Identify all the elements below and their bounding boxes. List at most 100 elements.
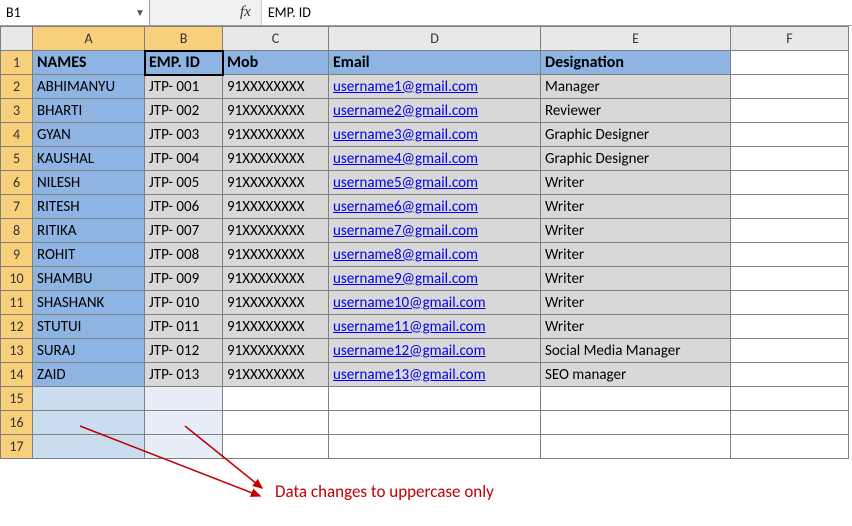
- cell-F8[interactable]: [731, 219, 849, 243]
- cell-F5[interactable]: [731, 147, 849, 171]
- email-link[interactable]: username2@gmail.com: [333, 102, 478, 120]
- row-header-10[interactable]: 10: [1, 267, 33, 291]
- cell-B9[interactable]: JTP- 008: [145, 243, 223, 267]
- cell-C8[interactable]: 91XXXXXXXX: [223, 219, 329, 243]
- row-header-2[interactable]: 2: [1, 75, 33, 99]
- cell-B1[interactable]: EMP. ID: [145, 51, 223, 75]
- cell-B7[interactable]: JTP- 006: [145, 195, 223, 219]
- cell-D3[interactable]: username2@gmail.com: [329, 99, 541, 123]
- row-header-15[interactable]: 15: [1, 387, 33, 411]
- row-header-7[interactable]: 7: [1, 195, 33, 219]
- cell-B6[interactable]: JTP- 005: [145, 171, 223, 195]
- cell-A8[interactable]: RITIKA: [33, 219, 145, 243]
- cell-D12[interactable]: username11@gmail.com: [329, 315, 541, 339]
- cell-C10[interactable]: 91XXXXXXXX: [223, 267, 329, 291]
- cell-E17[interactable]: [541, 435, 731, 459]
- cell-D13[interactable]: username12@gmail.com: [329, 339, 541, 363]
- cell-B8[interactable]: JTP- 007: [145, 219, 223, 243]
- cell-C3[interactable]: 91XXXXXXXX: [223, 99, 329, 123]
- cell-E3[interactable]: Reviewer: [541, 99, 731, 123]
- email-link[interactable]: username9@gmail.com: [333, 270, 478, 288]
- cell-B17[interactable]: [145, 435, 223, 459]
- row-header-17[interactable]: 17: [1, 435, 33, 459]
- cell-E2[interactable]: Manager: [541, 75, 731, 99]
- cell-F9[interactable]: [731, 243, 849, 267]
- cell-D10[interactable]: username9@gmail.com: [329, 267, 541, 291]
- cell-A1[interactable]: NAMES: [33, 51, 145, 75]
- row-header-14[interactable]: 14: [1, 363, 33, 387]
- cell-C6[interactable]: 91XXXXXXXX: [223, 171, 329, 195]
- col-header-A[interactable]: A: [33, 27, 145, 51]
- cell-E15[interactable]: [541, 387, 731, 411]
- row-header-11[interactable]: 11: [1, 291, 33, 315]
- col-header-C[interactable]: C: [223, 27, 329, 51]
- col-header-D[interactable]: D: [329, 27, 541, 51]
- cell-A14[interactable]: ZAID: [33, 363, 145, 387]
- col-header-B[interactable]: B: [145, 27, 223, 51]
- cell-D14[interactable]: username13@gmail.com: [329, 363, 541, 387]
- cell-A13[interactable]: SURAJ: [33, 339, 145, 363]
- cell-C7[interactable]: 91XXXXXXXX: [223, 195, 329, 219]
- cell-B15[interactable]: [145, 387, 223, 411]
- cell-B5[interactable]: JTP- 004: [145, 147, 223, 171]
- cell-C11[interactable]: 91XXXXXXXX: [223, 291, 329, 315]
- cell-E14[interactable]: SEO manager: [541, 363, 731, 387]
- cell-F3[interactable]: [731, 99, 849, 123]
- cell-E5[interactable]: Graphic Designer: [541, 147, 731, 171]
- cell-D9[interactable]: username8@gmail.com: [329, 243, 541, 267]
- cell-A9[interactable]: ROHIT: [33, 243, 145, 267]
- cell-C9[interactable]: 91XXXXXXXX: [223, 243, 329, 267]
- row-header-8[interactable]: 8: [1, 219, 33, 243]
- cell-B11[interactable]: JTP- 010: [145, 291, 223, 315]
- cell-F2[interactable]: [731, 75, 849, 99]
- email-link[interactable]: username5@gmail.com: [333, 174, 478, 192]
- email-link[interactable]: username3@gmail.com: [333, 126, 478, 144]
- cell-A5[interactable]: KAUSHAL: [33, 147, 145, 171]
- cell-E13[interactable]: Social Media Manager: [541, 339, 731, 363]
- cell-E11[interactable]: Writer: [541, 291, 731, 315]
- select-all-corner[interactable]: [1, 27, 33, 51]
- cell-F6[interactable]: [731, 171, 849, 195]
- cell-A16[interactable]: [33, 411, 145, 435]
- cell-F16[interactable]: [731, 411, 849, 435]
- email-link[interactable]: username1@gmail.com: [333, 78, 478, 96]
- cell-A2[interactable]: ABHIMANYU: [33, 75, 145, 99]
- cell-E1[interactable]: Designation: [541, 51, 731, 75]
- cell-E4[interactable]: Graphic Designer: [541, 123, 731, 147]
- cell-C1[interactable]: Mob: [223, 51, 329, 75]
- cell-E12[interactable]: Writer: [541, 315, 731, 339]
- cell-E6[interactable]: Writer: [541, 171, 731, 195]
- cell-C17[interactable]: [223, 435, 329, 459]
- cell-D2[interactable]: username1@gmail.com: [329, 75, 541, 99]
- cell-B3[interactable]: JTP- 002: [145, 99, 223, 123]
- cell-C5[interactable]: 91XXXXXXXX: [223, 147, 329, 171]
- cell-D7[interactable]: username6@gmail.com: [329, 195, 541, 219]
- row-header-1[interactable]: 1: [1, 51, 33, 75]
- cell-E9[interactable]: Writer: [541, 243, 731, 267]
- cell-D15[interactable]: [329, 387, 541, 411]
- row-header-6[interactable]: 6: [1, 171, 33, 195]
- email-link[interactable]: username10@gmail.com: [333, 294, 486, 312]
- email-link[interactable]: username11@gmail.com: [333, 318, 486, 336]
- cell-A15[interactable]: [33, 387, 145, 411]
- cell-C14[interactable]: 91XXXXXXXX: [223, 363, 329, 387]
- row-header-5[interactable]: 5: [1, 147, 33, 171]
- cell-D6[interactable]: username5@gmail.com: [329, 171, 541, 195]
- cell-A10[interactable]: SHAMBU: [33, 267, 145, 291]
- email-link[interactable]: username7@gmail.com: [333, 222, 478, 240]
- cell-D1[interactable]: Email: [329, 51, 541, 75]
- cell-F10[interactable]: [731, 267, 849, 291]
- email-link[interactable]: username12@gmail.com: [333, 342, 486, 360]
- cell-A12[interactable]: STUTUI: [33, 315, 145, 339]
- cell-B4[interactable]: JTP- 003: [145, 123, 223, 147]
- cell-B10[interactable]: JTP- 009: [145, 267, 223, 291]
- cell-E8[interactable]: Writer: [541, 219, 731, 243]
- cell-F1[interactable]: [731, 51, 849, 75]
- fx-icon[interactable]: fx: [150, 4, 261, 21]
- cell-B13[interactable]: JTP- 012: [145, 339, 223, 363]
- cell-D11[interactable]: username10@gmail.com: [329, 291, 541, 315]
- row-header-4[interactable]: 4: [1, 123, 33, 147]
- cell-A11[interactable]: SHASHANK: [33, 291, 145, 315]
- cell-C15[interactable]: [223, 387, 329, 411]
- cell-D17[interactable]: [329, 435, 541, 459]
